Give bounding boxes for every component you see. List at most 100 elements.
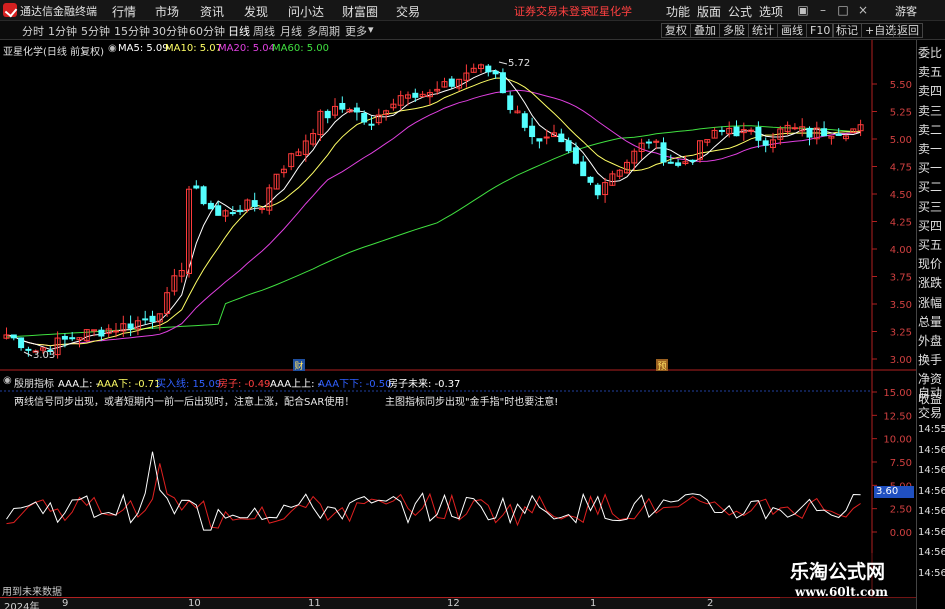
forecast-marker[interactable]: 预 [656, 359, 668, 372]
ma60-value: MA60: 5.00 [272, 43, 330, 54]
indicator-current-value: 3.60 [874, 486, 914, 498]
login-notice[interactable]: 证券交易未登录 [514, 3, 591, 19]
menu-quotes[interactable]: 行情 [112, 3, 136, 20]
side-panel-item: 卖三 [918, 103, 943, 118]
side-panel-item: 买三 [918, 199, 943, 214]
ma10-line [6, 77, 861, 347]
candle-body [193, 185, 200, 189]
maximize-icon[interactable]: □ [835, 1, 851, 19]
y-tick-label: 4.00 [890, 245, 912, 256]
candle-body [229, 212, 236, 215]
kline-chart[interactable]: 5.50 5.25 5.00 4.75 4.50 4.25 4.00 3.75 3.50 3.25… [0, 40, 916, 597]
side-panel-item: 交易 [918, 406, 943, 420]
ma20-line [6, 89, 861, 347]
candle-body [543, 136, 550, 139]
earnings-marker[interactable]: 财 [293, 359, 305, 372]
y-tick-label: 0.00 [890, 528, 912, 539]
menu-function[interactable]: 功能 [666, 3, 690, 20]
candle-body [806, 127, 813, 138]
candle-body [237, 209, 244, 213]
menu-wealth-circle[interactable]: 财富圈 [342, 3, 378, 20]
x-label-sep: 9 [62, 598, 69, 609]
aaa-up2-value: AAA上上: - [270, 379, 322, 390]
chevron-down-icon[interactable]: ▾ [368, 23, 374, 36]
menu-ask-xiaoda[interactable]: 问小达 [288, 3, 324, 20]
period-timeshare[interactable]: 分时 [22, 23, 44, 39]
candle-body [718, 129, 725, 132]
stock-label: 亚星化学(日线 前复权) [3, 47, 104, 58]
indicator-y-axis: 15.0012.5010.007.505.002.500.00 [872, 388, 912, 539]
indicator-red-line [6, 463, 861, 529]
indicator-name[interactable]: 殷朋指标 [14, 375, 54, 390]
candle-body [521, 113, 528, 128]
candle-body [412, 92, 419, 98]
house-value: 房子: -0.49 [218, 379, 271, 390]
skin-icon[interactable]: ▣ [795, 1, 811, 19]
side-panel-item: 14:55 [918, 424, 945, 435]
minimize-icon[interactable]: – [815, 1, 831, 19]
side-panel-item: 外盘 [918, 334, 943, 348]
menu-formula[interactable]: 公式 [728, 3, 752, 20]
period-30min[interactable]: 30分钟 [152, 23, 188, 39]
period-daily[interactable]: 日线 [228, 23, 250, 39]
menu-trade[interactable]: 交易 [396, 3, 420, 20]
candle-body [536, 138, 543, 142]
guest-account[interactable]: 游客 [895, 3, 917, 19]
candle-body [251, 200, 258, 207]
side-panel-item: 现价 [918, 257, 943, 272]
candle-body [61, 335, 68, 340]
back-button[interactable]: 返回 [893, 23, 923, 38]
ma10-value: MA10: 5.07 [165, 43, 223, 54]
candle-body [529, 125, 536, 138]
chart-markers [23, 61, 508, 357]
overlay-button[interactable]: 叠加 [690, 23, 720, 38]
y-tick-label: 4.75 [890, 163, 912, 174]
period-weekly[interactable]: 周线 [253, 23, 275, 39]
period-15min[interactable]: 15分钟 [114, 23, 150, 39]
candle-body [558, 133, 565, 143]
side-panel-item: 涨跌 [918, 276, 943, 291]
low-price-label: 3.03 [33, 350, 56, 361]
f10-button[interactable]: F10 [806, 23, 835, 38]
circle-icon: ◉ [108, 43, 117, 54]
candle-body [149, 315, 156, 322]
statistics-button[interactable]: 统计 [748, 23, 778, 38]
close-icon[interactable]: × [855, 1, 871, 19]
candle-body [448, 78, 455, 87]
candle-body [127, 323, 134, 329]
period-more[interactable]: 更多 [345, 23, 367, 39]
side-panel-item: 涨幅 [918, 295, 943, 310]
y-tick-label: 3.75 [890, 273, 912, 284]
watermark-url: www.60lt.com [795, 585, 888, 599]
candle-body [113, 330, 119, 333]
title-bar: 通达信金融终端 行情 市场 资讯 发现 问小达 财富圈 交易 证券交易未登录 亚… [0, 0, 945, 21]
period-60min[interactable]: 60分钟 [189, 23, 225, 39]
menu-market[interactable]: 市场 [155, 3, 179, 20]
draw-line-button[interactable]: 画线 [777, 23, 807, 38]
candle-body [565, 140, 572, 152]
ma60-line [6, 125, 861, 338]
x-label-feb: 2 [707, 598, 714, 609]
menu-discover[interactable]: 发现 [244, 3, 268, 20]
y-tick-label: 5.50 [890, 80, 912, 91]
period-1min[interactable]: 1分钟 [48, 23, 77, 39]
multi-stock-button[interactable]: 多股 [719, 23, 749, 38]
side-panel-item: 14:56 [918, 444, 945, 456]
menu-options[interactable]: 选项 [759, 3, 783, 20]
mark-button[interactable]: 标记 [832, 23, 862, 38]
adjust-button[interactable]: 复权 [661, 23, 691, 38]
y-tick-label: 15.00 [883, 388, 912, 399]
ma5-line [6, 69, 861, 351]
period-5min[interactable]: 5分钟 [81, 23, 110, 39]
side-panel-item: 卖一 [918, 142, 943, 156]
aaa-down2-value: AAA下下: -0.50 [318, 379, 392, 390]
period-monthly[interactable]: 月线 [280, 23, 302, 39]
period-multi[interactable]: 多周期 [307, 23, 340, 39]
menu-news[interactable]: 资讯 [200, 3, 224, 20]
menu-layout[interactable]: 版面 [697, 3, 721, 20]
candle-body [207, 202, 214, 210]
x-label-oct: 10 [188, 598, 201, 609]
candle-body [762, 140, 769, 146]
candle-body [98, 329, 105, 337]
y-tick-label: 12.50 [883, 411, 912, 422]
